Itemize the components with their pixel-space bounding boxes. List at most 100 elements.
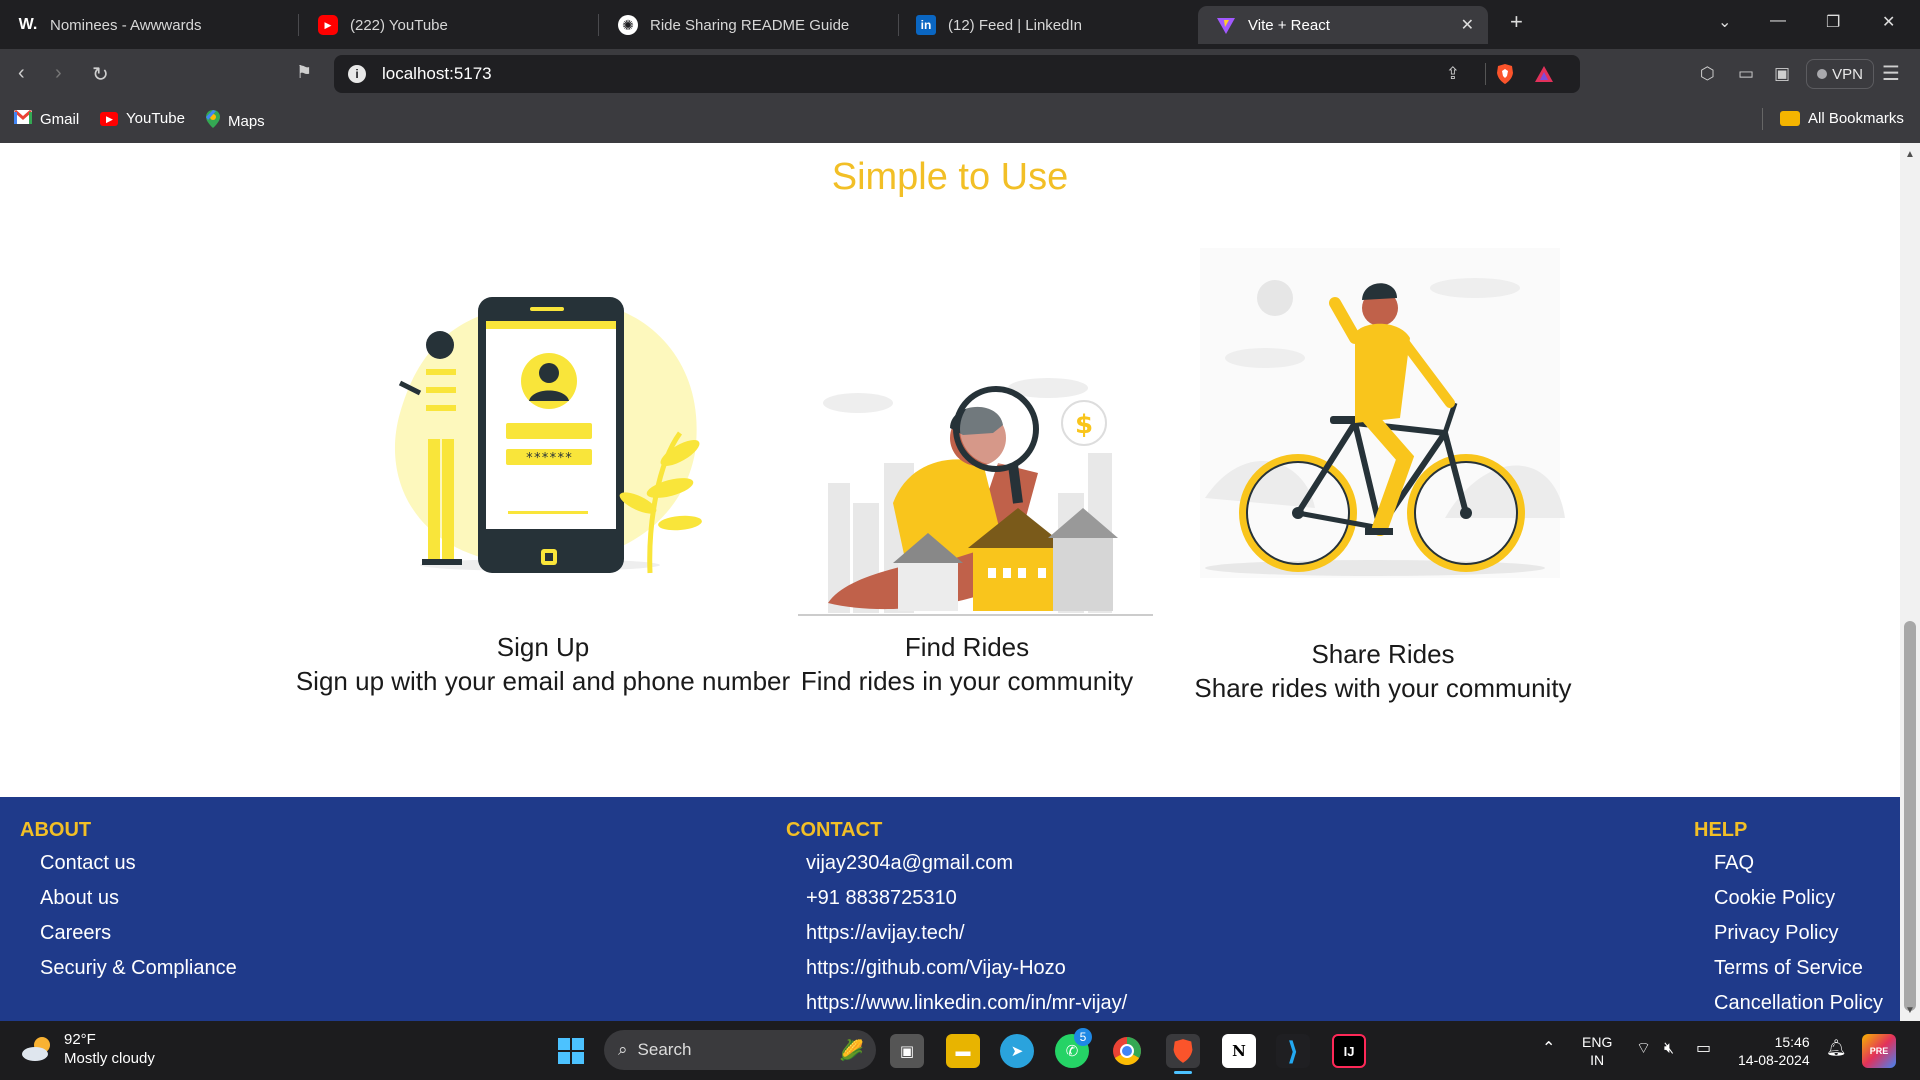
footer-link-email[interactable]: vijay2304a@gmail.com [786,846,1127,881]
footer-link-github[interactable]: https://github.com/Vijay-Hozo [786,951,1127,986]
footer-link-faq[interactable]: FAQ [1694,846,1883,881]
footer-link-website[interactable]: https://avijay.tech/ [786,916,1127,951]
clock-time: 15:46 [1774,1034,1810,1050]
bookmark-label: Gmail [40,110,80,128]
chatgpt-icon: ✺ [618,15,638,35]
chrome-icon[interactable] [1110,1034,1144,1068]
feature-share-rides: Share Rides Share rides with your commun… [1183,637,1583,705]
wifi-icon[interactable]: ⌔ [1636,1040,1651,1058]
vpn-label: VPN [1832,65,1863,83]
close-window-icon[interactable]: ✕ [1882,12,1895,32]
brave-rewards-icon[interactable] [1534,64,1554,89]
clock-date: 14-08-2024 [1738,1052,1810,1068]
feature-title: Share Rides [1311,639,1455,669]
site-footer: ABOUT Contact us About us Careers Securi… [0,797,1900,1021]
intellij-icon[interactable]: IJ [1332,1034,1366,1068]
back-icon[interactable]: ‹ [18,62,25,85]
footer-about: ABOUT Contact us About us Careers Securi… [20,819,237,986]
feature-title: Sign Up [496,632,590,662]
extensions-icon[interactable]: ⬡ [1700,64,1715,84]
footer-link-about-us[interactable]: About us [20,881,237,916]
brave-shields-icon[interactable] [1496,63,1514,90]
footer-link-cookie-policy[interactable]: Cookie Policy [1694,881,1883,916]
footer-link-cancellation[interactable]: Cancellation Policy [1694,986,1883,1021]
reload-icon[interactable]: ↻ [92,62,109,87]
menu-icon[interactable]: ☰ [1882,61,1900,86]
bookmark-youtube[interactable]: ▶ YouTube [100,110,185,127]
vscode-icon[interactable]: ⟩ [1276,1034,1310,1068]
forward-icon[interactable]: › [55,62,62,85]
tab-youtube[interactable]: ▶ (222) YouTube [300,6,598,44]
volume-muted-icon[interactable]: 🔇︎ [1664,1040,1674,1058]
share-icon[interactable]: ⇪ [1446,64,1460,84]
password-mask: ****** [526,451,573,466]
page-scrollbar[interactable]: ▲ ▼ [1900,143,1920,1021]
minimize-icon[interactable]: — [1770,12,1786,30]
footer-link-contact-us[interactable]: Contact us [20,846,237,881]
feature-find-rides: Find Rides Find rides in your community [800,630,1134,698]
battery-icon[interactable]: ▭ [1696,1040,1711,1058]
share-rides-illustration [1200,248,1565,578]
tab-bar: W. Nominees - Awwwards ▶ (222) YouTube ✺… [0,0,1920,49]
footer-link-careers[interactable]: Careers [20,916,237,951]
restore-icon[interactable]: ❐ [1826,12,1840,32]
new-tab-icon[interactable]: + [1510,9,1523,35]
tab-title: (222) YouTube [350,16,448,34]
tab-linkedin[interactable]: in (12) Feed | LinkedIn [898,6,1196,44]
sidebar-icon[interactable]: ▭ [1738,64,1754,84]
bookmark-maps[interactable]: Maps [206,110,265,132]
wallet-icon[interactable]: ▣ [1774,64,1790,84]
bookmark-icon[interactable]: ⚑ [296,62,312,83]
language-indicator[interactable]: ENG IN [1582,1033,1612,1069]
feature-description: Sign up with your email and phone number [295,666,791,696]
signup-illustration: ****** [394,297,702,574]
scroll-down-icon[interactable]: ▼ [1905,1005,1915,1016]
weather-temp: 92°F [64,1031,96,1048]
brave-taskbar-icon[interactable] [1166,1034,1200,1068]
tab-search-chevron-icon[interactable]: ⌄ [1718,12,1731,32]
whatsapp-badge: 5 [1074,1028,1092,1046]
telegram-icon[interactable]: ➤ [1000,1034,1034,1068]
scroll-up-icon[interactable]: ▲ [1905,149,1915,160]
feature-description: Find rides in your community [800,666,1134,696]
notifications-icon[interactable]: 🔔︎ [1826,1040,1846,1058]
close-tab-icon[interactable]: ✕ [1461,15,1474,35]
tab-awwwards[interactable]: W. Nominees - Awwwards [0,6,298,44]
bookmark-gmail[interactable]: Gmail [14,109,80,128]
tab-readme-guide[interactable]: ✺ Ride Sharing README Guide [600,6,898,44]
search-icon: ⌕ [618,1040,628,1059]
gmail-icon [14,109,32,128]
tab-title: (12) Feed | LinkedIn [948,16,1082,34]
vite-icon [1216,15,1236,35]
vpn-button[interactable]: VPN [1806,59,1874,89]
taskbar-search[interactable]: ⌕ Search 🌽 [604,1030,876,1070]
footer-link-linkedin[interactable]: https://www.linkedin.com/in/mr-vijay/ [786,986,1127,1021]
address-bar[interactable]: i localhost:5173 ⇪ [334,55,1580,93]
footer-heading: ABOUT [20,819,92,841]
tab-title: Vite + React [1248,16,1330,34]
footer-link-phone[interactable]: +91 8838725310 [786,881,1127,916]
notion-icon[interactable]: N [1222,1034,1256,1068]
site-info-icon[interactable]: i [348,65,366,83]
bookmark-label: Maps [228,112,265,130]
page-content: Simple to Use ****** $ Sign Up Sign up w… [0,143,1900,1021]
scrollbar-thumb[interactable] [1904,621,1916,1011]
file-explorer-icon[interactable]: ▬ [946,1034,980,1068]
windows-start-icon[interactable] [554,1034,588,1068]
task-view-icon[interactable]: ▣ [890,1034,924,1068]
find-rides-illustration: $ [798,378,1153,616]
copilot-icon[interactable]: PRE [1862,1034,1896,1068]
footer-help: HELP FAQ Cookie Policy Privacy Policy Te… [1694,819,1883,1021]
weather-desc: Mostly cloudy [64,1050,155,1067]
footer-link-privacy-policy[interactable]: Privacy Policy [1694,916,1883,951]
weather-widget[interactable]: 92°F Mostly cloudy [20,1030,155,1068]
all-bookmarks[interactable]: All Bookmarks [1780,110,1904,127]
url-text[interactable]: localhost:5173 [382,64,492,84]
cloudy-weather-icon [22,1037,50,1061]
tab-vite-react[interactable]: Vite + React ✕ [1198,6,1488,44]
footer-link-terms[interactable]: Terms of Service [1694,951,1883,986]
show-hidden-icons-icon[interactable]: ⌃ [1542,1040,1555,1058]
lang-code: ENG [1582,1034,1613,1050]
footer-link-security[interactable]: Securiy & Compliance [20,951,237,986]
clock[interactable]: 15:46 14-08-2024 [1738,1033,1810,1069]
